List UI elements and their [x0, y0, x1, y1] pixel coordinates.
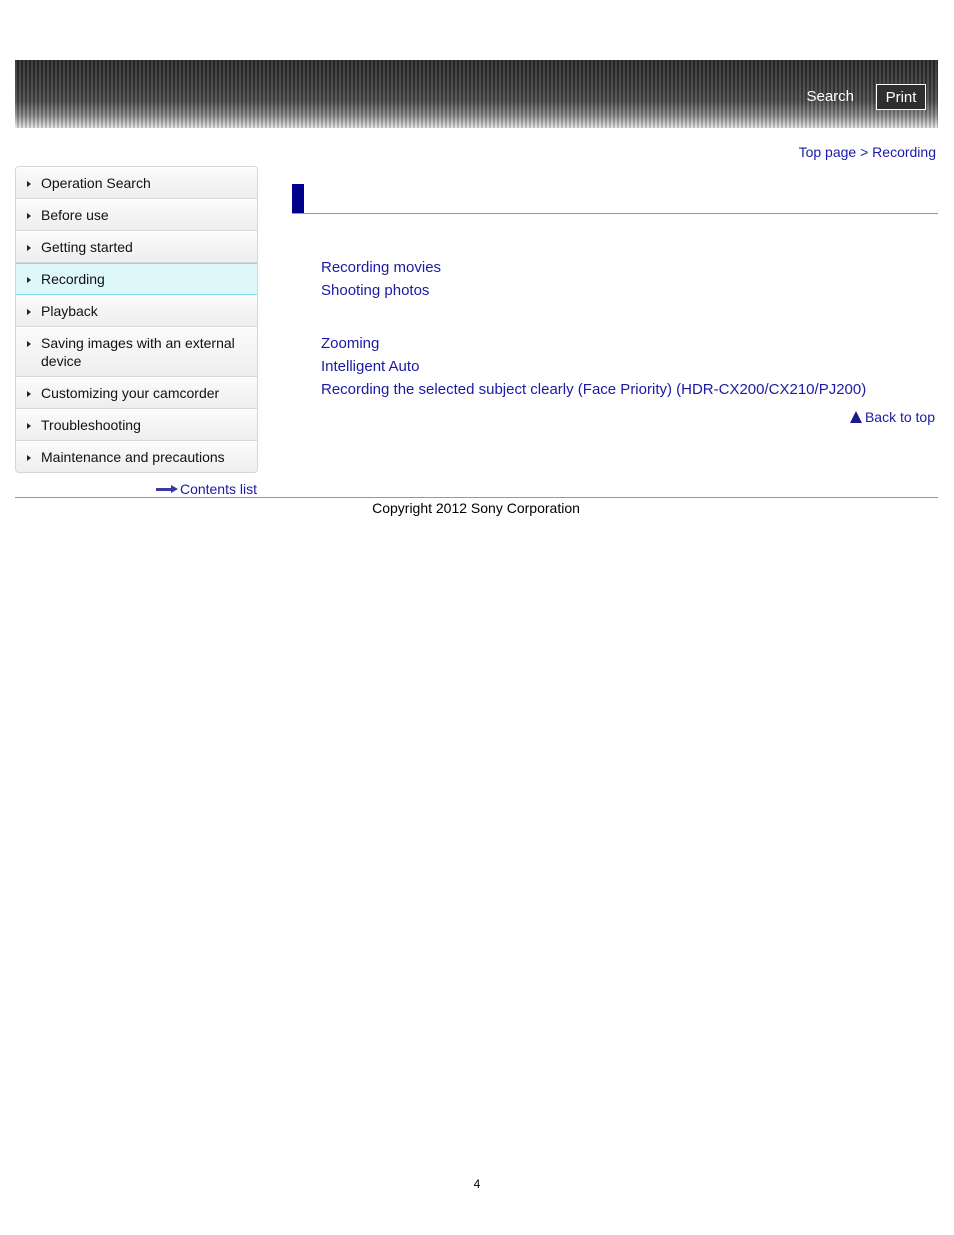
breadcrumb: Top page > Recording — [799, 144, 936, 160]
sidebar-item-label: Operation Search — [41, 175, 151, 191]
back-to-top-link[interactable]: Back to top — [849, 409, 935, 425]
sidebar-item-label: Playback — [41, 303, 98, 319]
link-group-features: Zooming Intelligent Auto Recording the s… — [321, 332, 866, 401]
sidebar-item-before-use[interactable]: Before use — [16, 199, 257, 231]
back-to-top-label: Back to top — [864, 409, 935, 425]
arrow-right-icon — [27, 213, 31, 219]
search-link[interactable]: Search — [806, 88, 854, 105]
breadcrumb-recording[interactable]: Recording — [872, 144, 936, 160]
link-zooming[interactable]: Zooming — [321, 332, 866, 355]
breadcrumb-top-page[interactable]: Top page — [799, 144, 857, 160]
header-bar: Search Print — [15, 60, 938, 128]
sidebar-item-troubleshooting[interactable]: Troubleshooting — [16, 409, 257, 441]
link-intelligent-auto[interactable]: Intelligent Auto — [321, 355, 866, 378]
page-number: 4 — [473, 1177, 481, 1191]
sidebar-item-label: Recording — [41, 271, 105, 287]
link-group-basic: Recording movies Shooting photos — [321, 256, 441, 302]
title-marker — [292, 184, 304, 213]
arrow-right-icon — [27, 423, 31, 429]
arrow-right-icon — [27, 391, 31, 397]
arrow-right-icon — [155, 485, 178, 493]
copyright: Copyright 2012 Sony Corporation — [0, 500, 954, 516]
sidebar-item-label: Troubleshooting — [41, 417, 141, 433]
breadcrumb-separator: > — [856, 144, 873, 160]
sidebar-item-operation-search[interactable]: Operation Search — [16, 167, 257, 199]
sidebar-item-playback[interactable]: Playback — [16, 295, 257, 327]
sidebar-item-maintenance[interactable]: Maintenance and precautions — [16, 441, 257, 472]
arrow-right-icon — [27, 245, 31, 251]
page-title-bar — [292, 184, 938, 214]
sidebar-item-label: Saving images with an external device — [41, 335, 235, 369]
arrow-right-icon — [27, 181, 31, 187]
link-recording-movies[interactable]: Recording movies — [321, 256, 441, 279]
contents-list-link[interactable]: Contents list — [155, 481, 257, 497]
sidebar-item-customizing[interactable]: Customizing your camcorder — [16, 377, 257, 409]
copyright-text: Copyright 2012 Sony Corporation — [372, 500, 580, 516]
arrow-right-icon — [27, 309, 31, 315]
sidebar-item-label: Customizing your camcorder — [41, 385, 220, 401]
sidebar-item-getting-started[interactable]: Getting started — [16, 231, 257, 263]
link-shooting-photos[interactable]: Shooting photos — [321, 279, 441, 302]
sidebar-item-label: Getting started — [41, 239, 133, 255]
sidebar-item-saving-images[interactable]: Saving images with an external device — [16, 327, 257, 377]
contents-list-label: Contents list — [179, 481, 257, 497]
print-button[interactable]: Print — [876, 84, 926, 110]
arrow-right-icon — [27, 277, 31, 283]
sidebar-nav: Operation Search Before use Getting star… — [15, 166, 258, 473]
sidebar-item-recording[interactable]: Recording — [16, 263, 257, 295]
triangle-up-icon — [849, 411, 862, 423]
arrow-right-icon — [27, 341, 31, 347]
sidebar-item-label: Before use — [41, 207, 109, 223]
sidebar-item-label: Maintenance and precautions — [41, 449, 225, 465]
footer-divider — [15, 497, 938, 498]
link-face-priority[interactable]: Recording the selected subject clearly (… — [321, 378, 866, 401]
arrow-right-icon — [27, 455, 31, 461]
